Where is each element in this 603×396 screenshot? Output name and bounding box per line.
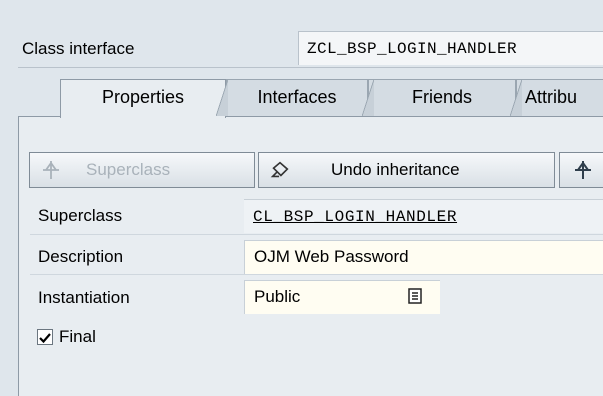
class-interface-label: Class interface [22,39,135,58]
class-name-field[interactable]: ZCL_BSP_LOGIN_HANDLER [298,31,603,65]
tab-separator [510,79,522,116]
hierarchy-button[interactable] [559,152,603,188]
undo-arrow-icon [269,159,291,181]
tab-attributes-label: Attribu [525,87,578,107]
tab-friends[interactable]: Friends [368,79,516,116]
row-divider [30,234,603,235]
final-label: Final [59,327,96,346]
superclass-label: Superclass [38,206,123,225]
tab-attributes[interactable]: Attribu [516,79,603,116]
instantiation-label: Instantiation [38,288,130,307]
hierarchy-icon [40,159,62,181]
hierarchy-icon [572,159,594,181]
superclass-link[interactable]: CL_BSP_LOGIN_HANDLER [253,208,457,226]
description-field[interactable]: OJM Web Password [244,240,603,274]
tab-properties-label: Properties [101,87,185,107]
superclass-value[interactable]: CL_BSP_LOGIN_HANDLER [244,199,603,233]
tab-interfaces-label: Interfaces [257,87,337,107]
tab-separator [216,79,228,116]
header-divider [18,67,603,68]
dropdown-list-icon[interactable] [408,288,422,304]
description-label: Description [38,247,124,266]
tab-interfaces[interactable]: Interfaces [226,79,368,116]
tab-properties[interactable]: Properties [60,79,226,118]
tab-separator [362,79,374,116]
superclass-button-label: Superclass [86,160,171,179]
tab-friends-label: Friends [411,87,473,107]
superclass-button[interactable]: Superclass [29,152,255,188]
undo-inheritance-label: Undo inheritance [331,160,460,179]
checkmark-icon [39,333,51,344]
row-divider [30,274,603,275]
final-checkbox[interactable] [37,329,53,345]
undo-inheritance-button[interactable]: Undo inheritance [258,152,555,188]
